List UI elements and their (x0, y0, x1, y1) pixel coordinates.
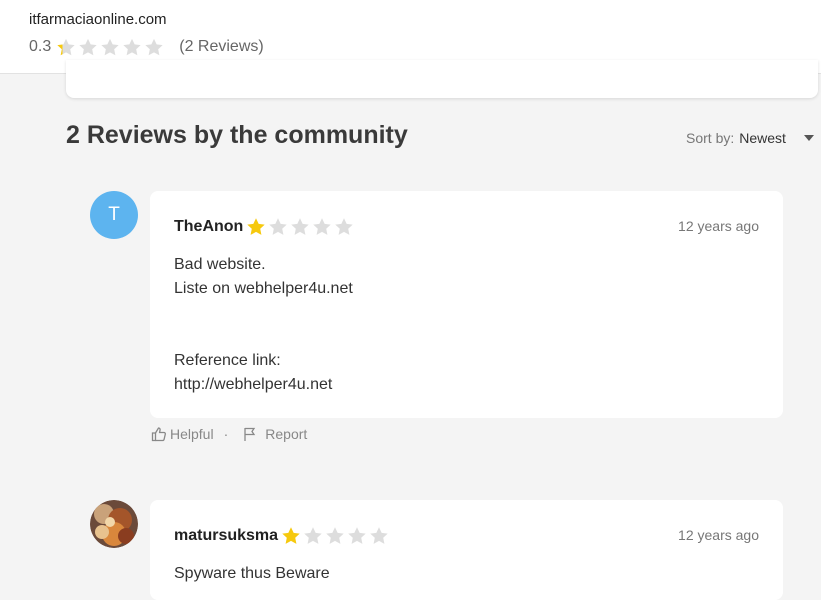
review-line: Bad website. (174, 256, 266, 273)
star-icon (368, 525, 390, 546)
thumbs-up-icon (151, 427, 166, 442)
avatar[interactable] (90, 500, 138, 548)
star-icon (302, 525, 324, 546)
star-icon (333, 216, 355, 237)
review-time: 12 years ago (678, 527, 759, 543)
avatar-photo (90, 500, 138, 548)
sort-dropdown[interactable]: Sort by: Newest (686, 130, 814, 146)
review-line: Spyware thus Beware (174, 565, 330, 582)
review-line: Reference link: (174, 352, 281, 369)
review-body: Spyware thus Beware (174, 562, 330, 586)
review-body: Bad website. Liste on webhelper4u.net Re… (174, 253, 353, 397)
review-line (174, 301, 353, 325)
star-icon (143, 37, 165, 57)
star-icon (245, 216, 267, 237)
chevron-down-icon[interactable] (803, 135, 814, 141)
review-time: 12 years ago (678, 218, 759, 234)
star-icon (289, 216, 311, 237)
review-card: TheAnon 12 years ago Bad website. Liste … (150, 191, 783, 418)
reviewer-name[interactable]: matursuksma (174, 527, 278, 545)
star-icon (55, 37, 77, 57)
site-name[interactable]: itfarmaciaonline.com (29, 11, 167, 28)
reviewer-name[interactable]: TheAnon (174, 218, 243, 236)
reviews-heading: 2 Reviews by the community (66, 121, 408, 149)
helpful-button[interactable]: Helpful (151, 426, 214, 442)
review-actions: Helpful · Report (151, 426, 307, 442)
site-rating: 0.3 (2 Reviews) (29, 37, 264, 57)
review-card: matursuksma 12 years ago Spyware thus Be… (150, 500, 783, 600)
star-icon (324, 525, 346, 546)
review-link: http://webhelper4u.net (174, 376, 333, 393)
avatar[interactable]: T (90, 191, 138, 239)
report-button[interactable]: Report (242, 426, 307, 442)
site-rating-stars (55, 37, 165, 57)
sort-value[interactable]: Newest (739, 130, 786, 146)
helpful-label: Helpful (170, 426, 214, 442)
star-icon (267, 216, 289, 237)
star-icon (99, 37, 121, 57)
flag-icon (244, 427, 256, 441)
review-count[interactable]: (2 Reviews) (179, 38, 263, 56)
reviewer-row: TheAnon (174, 216, 355, 237)
star-icon (311, 216, 333, 237)
star-icon (77, 37, 99, 57)
report-label: Report (265, 426, 308, 442)
star-icon (121, 37, 143, 57)
review-line: Liste on webhelper4u.net (174, 280, 353, 297)
summary-card (66, 60, 818, 98)
action-separator: · (223, 426, 229, 442)
review-rating-stars (245, 216, 355, 237)
sort-label: Sort by: (686, 130, 735, 146)
star-icon (346, 525, 368, 546)
star-icon (280, 525, 302, 546)
rating-value: 0.3 (29, 38, 52, 55)
review-line (174, 325, 353, 349)
reviewer-row: matursuksma (174, 525, 390, 546)
review-rating-stars (280, 525, 390, 546)
